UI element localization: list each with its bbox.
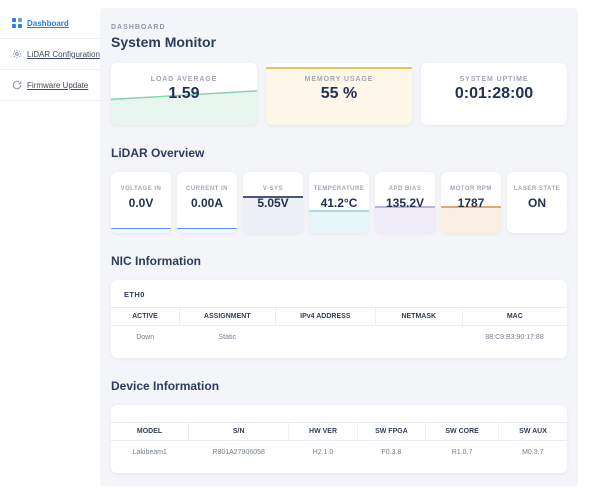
metric-value: 0.0V [111, 196, 171, 210]
stat-label: LOAD AVERAGE [111, 76, 257, 83]
current-in-card: CURRENT IN 0.00A [177, 172, 237, 233]
dashboard-grid-icon [12, 18, 22, 28]
device-hw-ver-value: H2.1.0 [289, 441, 357, 466]
voltage-in-card: VOLTAGE IN 0.0V [111, 172, 171, 233]
metric-label: TEMPERATURE [309, 186, 369, 192]
device-card: MODEL S/N HW VER SW FPGA SW CORE SW AUX … [111, 405, 567, 473]
metric-label: APD BIAS [375, 186, 435, 192]
metric-value: 1787 [441, 196, 501, 210]
stat-label: MEMORY USAGE [266, 76, 412, 83]
gear-icon [12, 49, 22, 59]
system-uptime-card: SYSTEM UPTIME 0:01:28:00 [421, 63, 567, 125]
apd-bias-card: APD BIAS 135.2V [375, 172, 435, 233]
sidebar-item-lidar-configuration[interactable]: LiDAR Configuration [0, 39, 100, 70]
nic-netmask-value [375, 326, 462, 351]
metric-label: LASER STATE [507, 186, 567, 192]
device-col-sw-aux: SW AUX [499, 423, 567, 441]
main-content: DASHBOARD System Monitor LOAD AVERAGE 1.… [100, 8, 578, 486]
metric-value: 0.00A [177, 196, 237, 210]
nic-assignment-value: Static [179, 326, 275, 351]
device-sw-fpga-value: F0.3.8 [357, 441, 425, 466]
stat-label: SYSTEM UPTIME [421, 76, 567, 83]
device-sw-core-value: R1.0.7 [426, 441, 499, 466]
page: Dashboard LiDAR Configuration Firmware U… [0, 0, 602, 500]
memory-usage-line [266, 67, 412, 69]
sidebar-item-label: LiDAR Configuration [27, 50, 100, 59]
nic-col-ipv4: IPv4 ADDRESS [275, 308, 375, 326]
sidebar: Dashboard LiDAR Configuration Firmware U… [0, 8, 100, 101]
page-title: System Monitor [111, 34, 567, 50]
motor-rpm-card: MOTOR RPM 1787 [441, 172, 501, 233]
nic-col-active: ACTIVE [111, 308, 179, 326]
device-sw-aux-value: M0.3.7 [499, 441, 567, 466]
device-col-sn: S/N [189, 423, 289, 441]
metric-value: 5.05V [243, 196, 303, 210]
device-col-model: MODEL [111, 423, 189, 441]
nic-mac-value: 88:C9:B3:90:17:88 [462, 326, 567, 351]
device-col-sw-core: SW CORE [426, 423, 499, 441]
nic-table: ACTIVE ASSIGNMENT IPv4 ADDRESS NETMASK M… [111, 307, 567, 350]
device-table-header-row: MODEL S/N HW VER SW FPGA SW CORE SW AUX [111, 423, 567, 441]
section-title-device-information: Device Information [111, 379, 567, 393]
device-model-value: Lakibeam1 [111, 441, 189, 466]
breadcrumb: DASHBOARD [111, 24, 567, 31]
system-monitor-cards: LOAD AVERAGE 1.59 MEMORY USAGE 55 % SYST… [111, 63, 567, 125]
device-sn-value: R801A27906058 [189, 441, 289, 466]
memory-usage-card: MEMORY USAGE 55 % [266, 63, 412, 125]
sidebar-item-dashboard[interactable]: Dashboard [0, 8, 100, 39]
stat-value: 1.59 [111, 85, 257, 103]
sidebar-item-firmware-update[interactable]: Firmware Update [0, 70, 100, 101]
nic-col-mac: MAC [462, 308, 567, 326]
sidebar-item-label: Dashboard [27, 19, 69, 28]
metric-label: MOTOR RPM [441, 186, 501, 192]
nic-col-netmask: NETMASK [375, 308, 462, 326]
stat-value: 55 % [266, 85, 412, 103]
nic-card: ETH0 ACTIVE ASSIGNMENT IPv4 ADDRESS NETM… [111, 280, 567, 358]
section-title-lidar-overview: LiDAR Overview [111, 146, 567, 160]
nic-table-row: Down Static 88:C9:B3:90:17:88 [111, 326, 567, 351]
device-col-sw-fpga: SW FPGA [357, 423, 425, 441]
lidar-overview-cards: VOLTAGE IN 0.0V CURRENT IN 0.00A V-SYS 5… [111, 172, 567, 233]
nic-active-value: Down [111, 326, 179, 351]
nic-ipv4-value [275, 326, 375, 351]
metric-label: CURRENT IN [177, 186, 237, 192]
stat-value: 0:01:28:00 [421, 85, 567, 103]
metric-value: ON [507, 196, 567, 210]
temperature-card: TEMPERATURE 41.2°C [309, 172, 369, 233]
metric-label: VOLTAGE IN [111, 186, 171, 192]
nic-table-header-row: ACTIVE ASSIGNMENT IPv4 ADDRESS NETMASK M… [111, 308, 567, 326]
metric-value: 135.2V [375, 196, 435, 210]
laser-state-card: LASER STATE ON [507, 172, 567, 233]
device-col-hw-ver: HW VER [289, 423, 357, 441]
metric-label: V-SYS [243, 186, 303, 192]
device-table: MODEL S/N HW VER SW FPGA SW CORE SW AUX … [111, 422, 567, 465]
section-title-nic-information: NIC Information [111, 254, 567, 268]
device-table-row: Lakibeam1 R801A27906058 H2.1.0 F0.3.8 R1… [111, 441, 567, 466]
v-sys-card: V-SYS 5.05V [243, 172, 303, 233]
nic-col-assignment: ASSIGNMENT [179, 308, 275, 326]
sidebar-item-label: Firmware Update [27, 81, 88, 90]
load-average-card: LOAD AVERAGE 1.59 [111, 63, 257, 125]
nic-interface-name: ETH0 [111, 280, 567, 307]
metric-value: 41.2°C [309, 196, 369, 210]
firmware-refresh-icon [12, 80, 22, 90]
